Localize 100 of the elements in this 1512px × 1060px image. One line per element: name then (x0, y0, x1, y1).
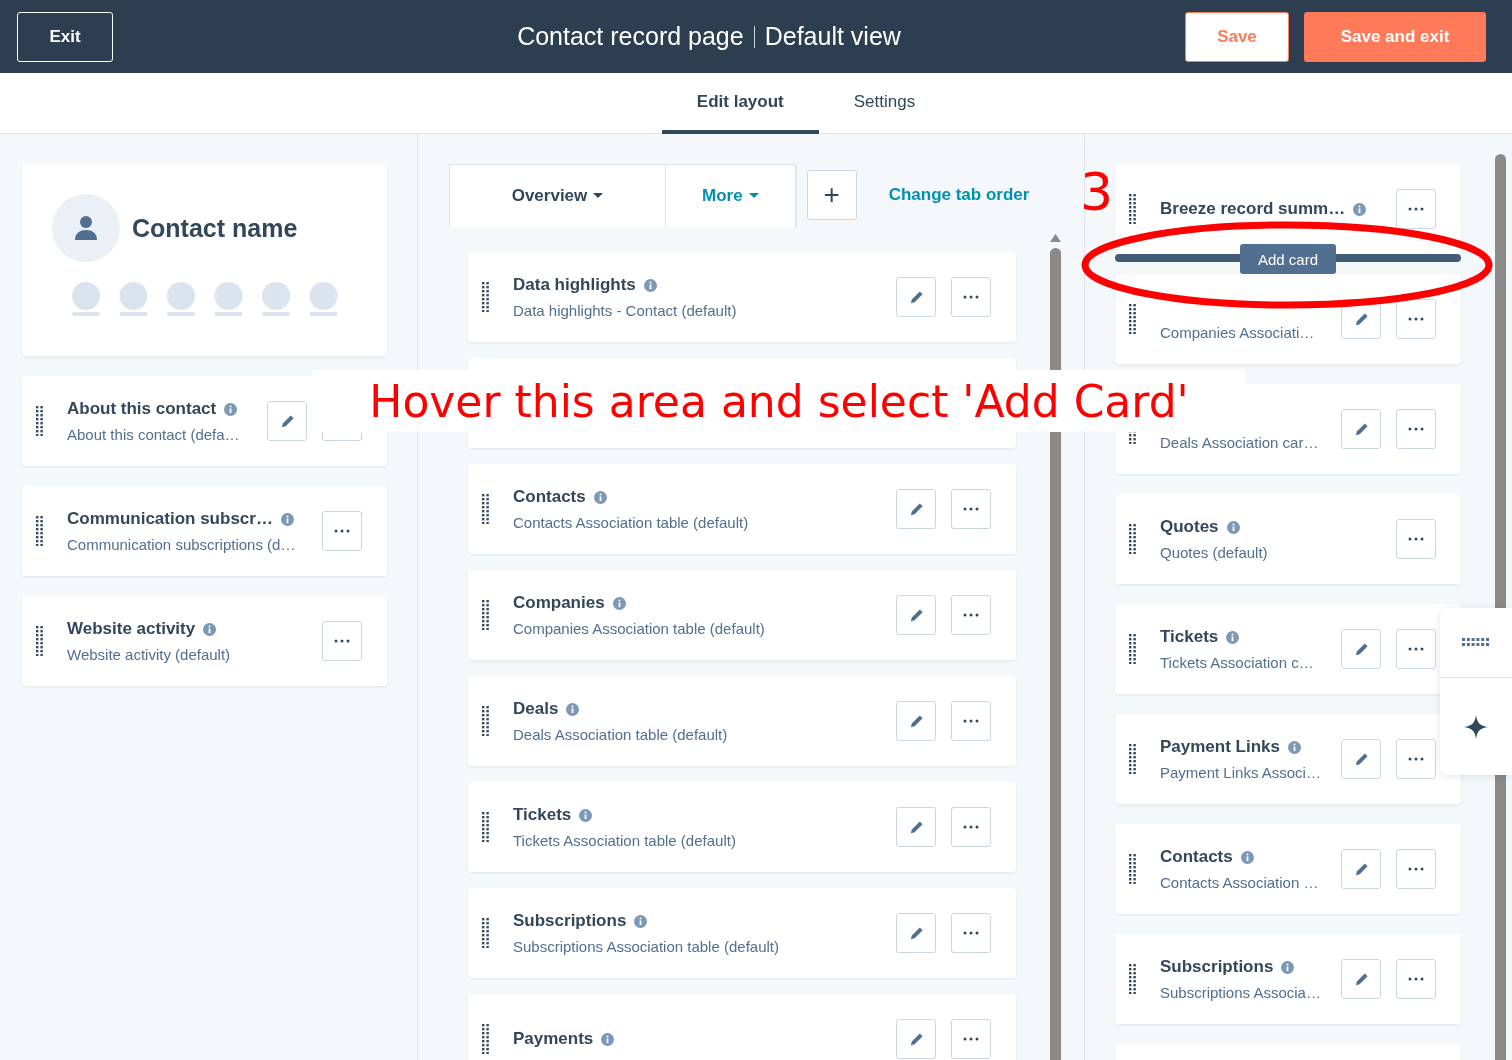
more-button[interactable] (1396, 519, 1436, 559)
edit-button[interactable] (896, 1019, 936, 1059)
drag-handle-icon[interactable] (482, 494, 489, 524)
drag-handle-icon[interactable] (482, 812, 489, 842)
card-title: Subscriptions (1160, 957, 1274, 977)
info-icon[interactable] (593, 490, 607, 504)
info-icon[interactable] (203, 622, 217, 636)
sparkle-icon (1464, 714, 1488, 739)
card-subtitle: Website activity (default) (67, 646, 232, 663)
edit-button[interactable] (896, 807, 936, 847)
info-icon[interactable] (1281, 960, 1295, 974)
ellipsis-icon (963, 507, 979, 511)
more-button[interactable] (951, 913, 991, 953)
more-button[interactable] (951, 277, 991, 317)
drag-handle-icon[interactable] (482, 600, 489, 630)
more-button[interactable] (1396, 409, 1436, 449)
more-button[interactable] (1396, 849, 1436, 889)
ellipsis-icon (963, 825, 979, 829)
card-subtitle: Companies Association table (default) (513, 620, 766, 637)
edit-button[interactable] (1341, 409, 1381, 449)
pencil-icon (908, 713, 924, 729)
edit-button[interactable] (1341, 629, 1381, 669)
card-title: About this contact (67, 399, 217, 419)
ellipsis-icon (1408, 977, 1424, 981)
step-number: 3 (1080, 166, 1114, 218)
info-icon[interactable] (643, 278, 657, 292)
edit-button[interactable] (1341, 959, 1381, 999)
card-subtitle: Contacts Association … (1160, 874, 1320, 891)
edit-button[interactable] (896, 595, 936, 635)
drag-handle-icon[interactable] (482, 1024, 489, 1054)
info-icon[interactable] (1226, 630, 1240, 644)
info-icon[interactable] (579, 808, 593, 822)
card-subtitle: Deals Association car… (1160, 434, 1320, 451)
edit-button[interactable] (896, 913, 936, 953)
drag-handle-icon[interactable] (482, 282, 489, 312)
ellipsis-icon (1408, 427, 1424, 431)
card-subtitle: Companies Associati… (1160, 324, 1316, 341)
more-button[interactable] (1396, 189, 1436, 229)
drag-handle-icon[interactable] (1129, 744, 1136, 774)
info-icon[interactable] (601, 1032, 615, 1046)
info-icon[interactable] (612, 596, 626, 610)
add-tab-button[interactable]: + (806, 170, 857, 220)
pencil-icon (1353, 861, 1369, 877)
info-icon[interactable] (634, 914, 648, 928)
card-title: Tickets (513, 805, 572, 825)
more-button[interactable] (1396, 629, 1436, 669)
drag-handle-icon[interactable] (1129, 964, 1136, 994)
more-button[interactable] (1396, 959, 1436, 999)
info-icon[interactable] (224, 402, 238, 416)
edit-button[interactable] (1341, 849, 1381, 889)
card-subtitle: Deals Association table (default) (513, 726, 729, 743)
info-icon[interactable] (566, 702, 580, 716)
drag-handle-icon[interactable] (1129, 524, 1136, 554)
drag-handle-icon[interactable] (482, 706, 489, 736)
info-icon[interactable] (1288, 740, 1301, 754)
pencil-icon (908, 501, 924, 517)
more-button[interactable] (951, 807, 991, 847)
drag-handle-icon[interactable] (1129, 304, 1136, 334)
card-title: Breeze record summ… (1160, 199, 1346, 219)
edit-button[interactable] (896, 489, 936, 529)
more-button[interactable] (951, 1019, 991, 1059)
drag-handle-icon[interactable] (36, 626, 43, 656)
drag-handle-icon[interactable] (36, 406, 43, 436)
drag-handle-icon[interactable] (1129, 194, 1136, 224)
caret-icon (748, 193, 759, 198)
drag-handle-icon[interactable] (1129, 854, 1136, 884)
drag-handle-icon[interactable] (1129, 634, 1136, 664)
caret-icon (593, 193, 604, 198)
more-button[interactable] (322, 511, 362, 551)
exit-button[interactable]: Exit (17, 11, 113, 62)
pencil-icon (908, 607, 924, 623)
card-subtitle: Data highlights - Contact (default) (513, 302, 738, 319)
more-button[interactable] (322, 621, 362, 661)
edit-button[interactable] (896, 277, 936, 317)
scroll-up-icon[interactable] (1050, 234, 1061, 242)
info-icon[interactable] (1353, 202, 1367, 216)
drag-handle-icon[interactable] (482, 918, 489, 948)
pencil-icon (279, 413, 295, 429)
ellipsis-icon (1408, 537, 1424, 541)
pencil-icon (1353, 751, 1369, 767)
tab[interactable]: Settings (818, 73, 951, 134)
ellipsis-icon (1408, 317, 1424, 321)
card-subtitle: Tickets Association table (default) (513, 832, 737, 849)
info-icon[interactable] (1240, 850, 1254, 864)
info-icon[interactable] (1226, 520, 1240, 534)
more-button[interactable] (1396, 299, 1436, 339)
info-icon[interactable] (280, 512, 294, 526)
drag-handle-icon[interactable] (36, 516, 43, 546)
tab[interactable]: Edit layout (661, 73, 819, 134)
card-subtitle: Quotes (default) (1160, 544, 1269, 561)
edit-button[interactable] (1341, 739, 1381, 779)
more-button[interactable] (951, 701, 991, 741)
more-button[interactable] (1396, 739, 1436, 779)
more-button[interactable] (951, 489, 991, 529)
edit-button[interactable] (896, 701, 936, 741)
edit-button[interactable] (267, 401, 307, 441)
more-button[interactable] (951, 595, 991, 635)
card-subtitle: Communication subscriptions (d… (67, 536, 297, 553)
ellipsis-icon (1408, 207, 1424, 211)
add-card-button[interactable]: Add card (1240, 244, 1336, 274)
